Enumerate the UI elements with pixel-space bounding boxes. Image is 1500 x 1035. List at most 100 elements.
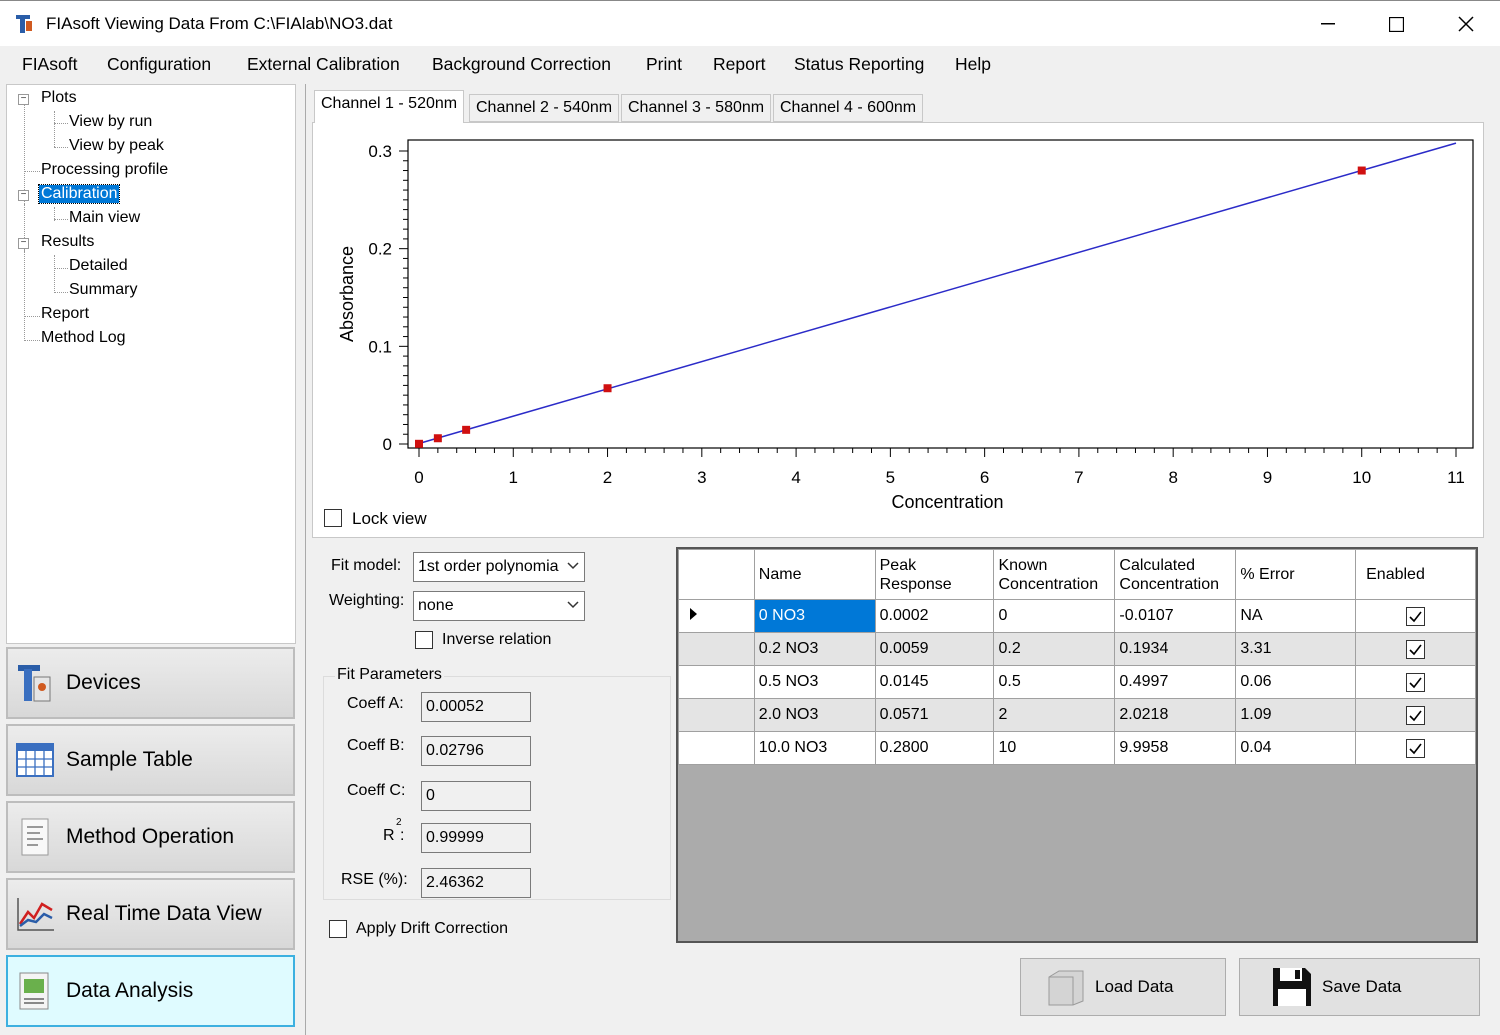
tree-item-processing-profile[interactable]: Processing profile <box>41 161 168 179</box>
cell-error[interactable]: 3.31 <box>1235 632 1357 666</box>
cell-known[interactable]: 0.5 <box>993 665 1116 699</box>
cell-name[interactable]: 0 NO3 <box>753 599 876 633</box>
fit-model-select[interactable]: 1st order polynomia <box>413 552 585 582</box>
x-tick-label: 2 <box>603 468 612 487</box>
menu-configuration[interactable]: Configuration <box>107 54 211 75</box>
calibration-collapse-toggle[interactable]: − <box>18 190 29 201</box>
nav-real-time-data-view-button[interactable]: Real Time Data View <box>6 878 295 950</box>
cell-known[interactable]: 0 <box>993 599 1116 633</box>
cell-peak[interactable]: 0.0571 <box>874 698 995 732</box>
menu-report[interactable]: Report <box>713 54 766 75</box>
drift-correction-checkbox[interactable] <box>329 920 347 938</box>
tree-item-calibration[interactable]: Calibration <box>37 184 121 204</box>
cell-enabled <box>1355 599 1476 633</box>
table-row[interactable]: 0 NO3 0.0002 0 -0.0107 NA <box>678 599 1476 633</box>
enabled-checkbox[interactable] <box>1406 639 1426 659</box>
cell-error[interactable]: 0.04 <box>1235 731 1357 765</box>
tab-channel-3[interactable]: Channel 3 - 580nm <box>621 94 772 122</box>
menu-external-calibration[interactable]: External Calibration <box>247 54 400 75</box>
cell-peak[interactable]: 0.0002 <box>874 599 995 633</box>
cell-calc[interactable]: 2.0218 <box>1114 698 1237 732</box>
row-header[interactable] <box>678 665 755 699</box>
table-row[interactable]: 2.0 NO3 0.0571 2 2.0218 1.09 <box>678 698 1476 732</box>
tree-item-view-by-peak[interactable]: View by peak <box>69 137 164 155</box>
nav-devices-button[interactable]: Devices <box>6 647 295 719</box>
menu-status-reporting[interactable]: Status Reporting <box>794 54 924 75</box>
cell-known[interactable]: 0.2 <box>993 632 1116 666</box>
tree-item-summary[interactable]: Summary <box>69 281 137 299</box>
cell-name[interactable]: 2.0 NO3 <box>753 698 876 732</box>
cell-calc[interactable]: 0.1934 <box>1114 632 1237 666</box>
enabled-checkbox[interactable] <box>1406 738 1426 758</box>
cell-enabled <box>1355 632 1476 666</box>
coeff-b-field[interactable]: 0.02796 <box>421 736 531 766</box>
row-header[interactable] <box>678 698 755 732</box>
table-row[interactable]: 0.5 NO3 0.0145 0.5 0.4997 0.06 <box>678 665 1476 699</box>
column-header-known-concentration[interactable]: Known Concentration <box>993 549 1116 600</box>
r2-field[interactable]: 0.99999 <box>421 823 531 853</box>
enabled-checkbox[interactable] <box>1406 705 1426 725</box>
x-tick-label: 4 <box>791 468 800 487</box>
cell-peak[interactable]: 0.2800 <box>874 731 995 765</box>
cell-name[interactable]: 0.2 NO3 <box>753 632 876 666</box>
tree-item-report[interactable]: Report <box>41 305 89 323</box>
close-button[interactable] <box>1432 1 1500 47</box>
tab-channel-2[interactable]: Channel 2 - 540nm <box>469 94 620 122</box>
table-row[interactable]: 10.0 NO3 0.2800 10 9.9958 0.04 <box>678 731 1476 765</box>
cell-calc[interactable]: 0.4997 <box>1114 665 1237 699</box>
row-header[interactable] <box>678 731 755 765</box>
menu-print[interactable]: Print <box>646 54 682 75</box>
column-header-enabled[interactable]: Enabled <box>1355 549 1476 600</box>
inverse-relation-checkbox[interactable] <box>415 631 433 649</box>
enabled-checkbox[interactable] <box>1406 606 1426 626</box>
tree-item-detailed[interactable]: Detailed <box>69 257 128 275</box>
row-header[interactable] <box>678 599 755 633</box>
enabled-checkbox[interactable] <box>1406 672 1426 692</box>
results-collapse-toggle[interactable]: − <box>18 238 29 249</box>
minimize-button[interactable] <box>1294 1 1362 47</box>
menu-background-correction[interactable]: Background Correction <box>432 54 611 75</box>
cell-error[interactable]: 1.09 <box>1235 698 1357 732</box>
weighting-select[interactable]: none <box>413 591 585 621</box>
maximize-button[interactable] <box>1362 1 1430 47</box>
column-header-peak-response[interactable]: Peak Response <box>874 549 995 600</box>
lock-view-checkbox[interactable] <box>324 509 342 527</box>
cell-known[interactable]: 10 <box>993 731 1116 765</box>
cell-name[interactable]: 0.5 NO3 <box>753 665 876 699</box>
tree-item-method-log[interactable]: Method Log <box>41 329 126 347</box>
rse-field[interactable]: 2.46362 <box>421 868 531 898</box>
data-point <box>603 384 612 393</box>
column-header-name[interactable]: Name <box>753 549 876 600</box>
cell-error[interactable]: NA <box>1235 599 1357 633</box>
cell-peak[interactable]: 0.0059 <box>874 632 995 666</box>
nav-data-analysis-button[interactable]: Data Analysis <box>6 955 295 1027</box>
cell-error[interactable]: 0.06 <box>1235 665 1357 699</box>
column-header-calculated-concentration[interactable]: Calculated Concentration <box>1114 549 1237 600</box>
coeff-c-field[interactable]: 0 <box>421 781 531 811</box>
tree-item-main-view[interactable]: Main view <box>69 209 140 227</box>
row-header[interactable] <box>678 632 755 666</box>
save-data-button[interactable]: Save Data <box>1239 958 1480 1016</box>
tab-channel-1[interactable]: Channel 1 - 520nm <box>314 90 465 123</box>
cell-name[interactable]: 10.0 NO3 <box>753 731 876 765</box>
tab-channel-4[interactable]: Channel 4 - 600nm <box>773 94 924 122</box>
nav-method-operation-button[interactable]: Method Operation <box>6 801 295 873</box>
tree-item-results[interactable]: Results <box>41 233 94 251</box>
nav-sample-table-button[interactable]: Sample Table <box>6 724 295 796</box>
plots-collapse-toggle[interactable]: − <box>18 94 29 105</box>
cell-calc[interactable]: 9.9958 <box>1114 731 1237 765</box>
load-data-button[interactable]: Load Data <box>1020 958 1226 1016</box>
tree-item-view-by-run[interactable]: View by run <box>69 113 152 131</box>
table-row[interactable]: 0.2 NO3 0.0059 0.2 0.1934 3.31 <box>678 632 1476 666</box>
cell-calc[interactable]: -0.0107 <box>1114 599 1237 633</box>
fit-model-label: Fit model: <box>331 557 402 574</box>
checkmark-icon <box>1409 644 1422 655</box>
cell-peak[interactable]: 0.0145 <box>874 665 995 699</box>
y-axis-label: Absorbance <box>337 246 357 342</box>
menu-help[interactable]: Help <box>955 54 991 75</box>
menu-fiasoft[interactable]: FIAsoft <box>22 54 77 75</box>
coeff-a-field[interactable]: 0.00052 <box>421 692 531 722</box>
cell-known[interactable]: 2 <box>993 698 1116 732</box>
tree-item-plots[interactable]: Plots <box>41 89 77 107</box>
column-header-error[interactable]: % Error <box>1235 549 1357 600</box>
